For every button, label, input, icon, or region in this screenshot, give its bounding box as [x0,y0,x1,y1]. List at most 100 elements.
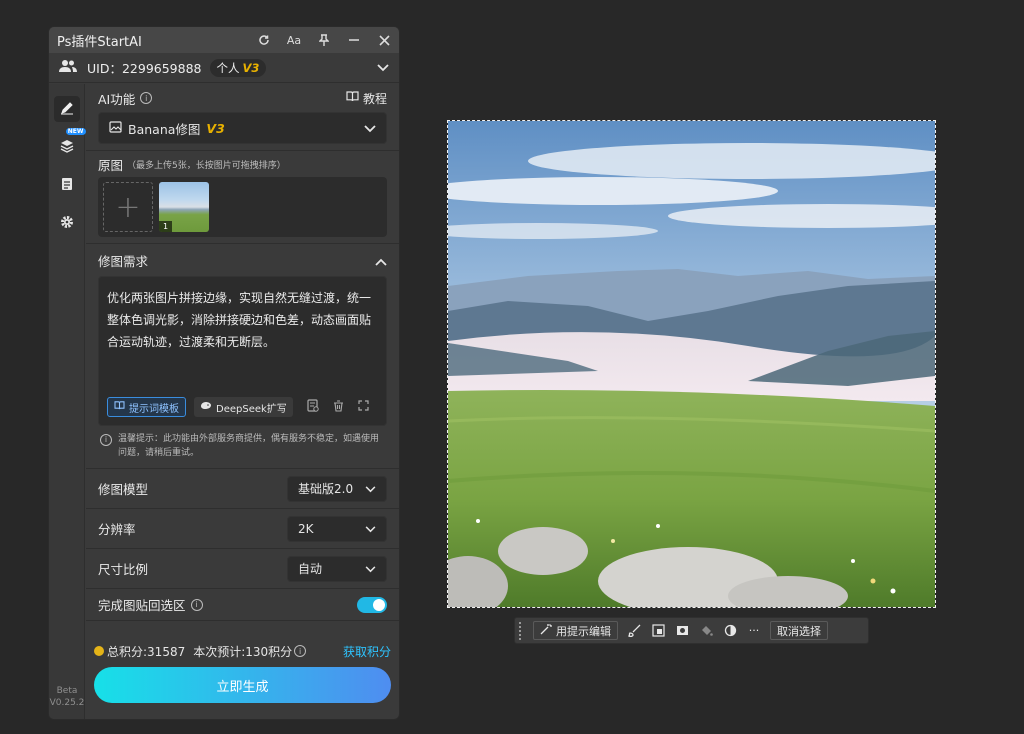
sidebar: NEW Beta V0.25.2 [49,84,86,719]
chevron-down-icon [365,562,376,576]
brush-icon[interactable] [626,623,642,639]
model-label: 修图模型 [98,482,149,497]
prompt-template-label: 提示词模板 [129,403,179,415]
drag-handle[interactable] [519,621,525,640]
requirement-section: 修图需求 优化两张图片拼接边缘，实现自然无缝过渡，统一整体色调光影，消除拼接硬边… [86,244,399,469]
plan-label: 个人 [216,60,240,75]
requirement-label: 修图需求 [98,253,149,269]
generate-button[interactable]: 立即生成 [94,667,391,703]
book-icon [114,401,125,413]
sidebar-item-settings[interactable] [54,210,80,236]
paste-back-label: 完成图贴回选区 [98,598,186,613]
ratio-row: 尺寸比例 自动 [86,549,399,589]
model-value: 基础版2.0 [298,482,354,496]
image-edit-icon [109,120,122,136]
info-icon[interactable]: i [140,92,153,104]
users-icon [59,59,77,76]
expand-icon[interactable] [358,400,369,414]
resolution-row: 分辨率 2K [86,509,399,549]
resolution-label: 分辨率 [98,522,136,537]
ai-function-section: AI功能 i 教程 Banana修图 V3 [86,84,399,151]
add-image-button[interactable]: + [103,182,153,232]
history-icon[interactable] [307,399,319,415]
points-row: 总积分:31587 本次预计:130积分 i 获取积分 [94,641,391,661]
edit-icon [60,100,74,119]
footer: 总积分:31587 本次预计:130积分 i 获取积分 立即生成 [86,631,399,703]
clipboard-icon [61,176,73,195]
layers-icon [60,138,74,157]
pin-icon[interactable] [317,33,331,47]
minimize-icon[interactable] [347,33,361,47]
edit-with-prompt-button[interactable]: 用提示编辑 [533,621,618,640]
thumbnail-index: 1 [159,221,173,232]
ai-function-value: Banana修图 [128,121,201,137]
original-images-hint: （最多上传5张，长按图片可拖拽排序） [127,160,286,171]
fill-icon[interactable] [698,623,714,639]
contextual-task-bar: 用提示编辑 ··· 取消选择 [514,617,869,644]
deepseek-expand-label: DeepSeek扩写 [216,403,287,415]
ratio-label: 尺寸比例 [98,562,149,577]
uid-label: UID：2299659888 [87,61,202,76]
refresh-icon[interactable] [257,33,271,47]
chevron-down-icon[interactable] [377,60,389,75]
plan-badge: 个人 V3 [209,58,267,77]
service-notice: i 温馨提示：此功能由外部服务商提供，偶有服务不稳定，如遇使用问题，请稍后重试。 [98,432,387,468]
ai-function-label: AI功能 [98,91,136,107]
tutorial-link[interactable]: 教程 [346,90,387,107]
contrast-icon[interactable] [722,623,738,639]
version-info: Beta V0.25.2 [49,685,85,709]
canvas-image[interactable] [448,121,935,607]
original-images-label: 原图 [98,157,124,173]
ratio-select[interactable]: 自动 [287,555,387,582]
close-icon[interactable] [377,33,391,47]
main-content: AI功能 i 教程 Banana修图 V3 原图 （最多上传5张，长按图片可拖拽… [86,84,399,719]
mask-icon[interactable] [674,623,690,639]
font-icon[interactable]: Aa [287,33,301,47]
tutorial-label: 教程 [362,91,387,106]
image-thumbnail[interactable]: 1 [159,182,209,232]
info-icon: i [100,434,112,446]
version-badge: V3 [242,60,260,75]
trash-icon[interactable] [333,399,344,415]
ai-function-badge: V3 [206,120,225,136]
window-title: Ps插件StartAI [57,34,142,50]
chevron-down-icon [365,482,376,496]
deepseek-expand-button[interactable]: DeepSeek扩写 [194,397,293,417]
chevron-down-icon [364,121,376,136]
crop-icon[interactable] [650,623,666,639]
image-thumbnails: + 1 [98,177,387,237]
info-icon[interactable]: i [294,645,307,657]
ai-function-select[interactable]: Banana修图 V3 [98,112,387,144]
new-badge: NEW [65,128,86,135]
magic-wand-icon [540,623,552,638]
estimate-points: 本次预计:130积分 [193,644,293,659]
paste-back-toggle[interactable] [357,596,387,613]
info-icon[interactable]: i [190,598,203,611]
chevron-up-icon[interactable] [375,251,387,270]
version-label: V0.25.2 [49,698,85,708]
deselect-button[interactable]: 取消选择 [770,621,828,640]
edit-with-prompt-label: 用提示编辑 [556,624,611,638]
total-points: 总积分:31587 [107,644,186,659]
user-bar[interactable]: UID：2299659888 个人 V3 [49,53,399,83]
chevron-down-icon [365,522,376,536]
gear-icon [60,214,74,233]
resolution-value: 2K [298,521,314,536]
get-points-link[interactable]: 获取积分 [343,643,391,660]
startai-panel: Ps插件StartAI Aa UID：2299659888 个人 V3 NEW … [48,26,400,720]
resolution-select[interactable]: 2K [287,515,387,542]
beta-label: Beta [56,686,78,696]
model-select[interactable]: 基础版2.0 [287,475,387,502]
title-bar[interactable]: Ps插件StartAI Aa [49,27,399,53]
sidebar-item-edit[interactable] [53,96,80,122]
requirement-text: 优化两张图片拼接边缘，实现自然无缝过渡，统一整体色调光影，消除拼接硬边和色差，动… [107,291,372,349]
sidebar-item-notes[interactable] [54,172,80,198]
original-images-section: 原图 （最多上传5张，长按图片可拖拽排序） + 1 [86,151,399,244]
textarea-tools: 提示词模板 DeepSeek扩写 [107,397,378,417]
sidebar-item-layers[interactable]: NEW [54,128,86,160]
more-icon[interactable]: ··· [746,623,762,639]
requirement-textarea[interactable]: 优化两张图片拼接边缘，实现自然无缝过渡，统一整体色调光影，消除拼接硬边和色差，动… [98,276,387,426]
prompt-template-button[interactable]: 提示词模板 [107,397,186,417]
paste-back-row: 完成图贴回选区 i [86,589,399,621]
notice-text: 温馨提示：此功能由外部服务商提供，偶有服务不稳定，如遇使用问题，请稍后重试。 [118,434,380,458]
